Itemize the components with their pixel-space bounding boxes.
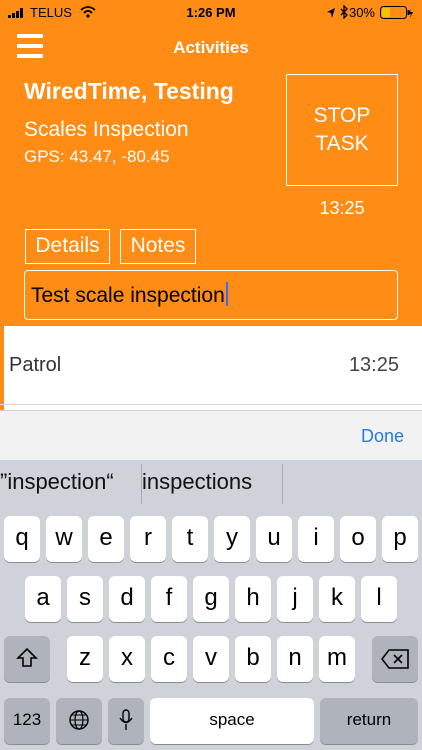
location-arrow-icon (327, 8, 335, 18)
key-g[interactable]: g (193, 576, 229, 622)
stop-task-label-line1: STOP (313, 104, 371, 127)
key-x[interactable]: x (109, 636, 145, 682)
keyboard: “inspection” inspections q w e r t y u i… (0, 460, 422, 750)
key-p[interactable]: p (382, 516, 418, 562)
suggestion-2[interactable]: inspections (142, 469, 282, 495)
suggestion-bar: “inspection” inspections (0, 460, 422, 506)
key-s[interactable]: s (67, 576, 103, 622)
note-input[interactable]: Test scale inspection (24, 270, 398, 320)
gps-coordinates: GPS: 43.47, -80.45 (24, 147, 170, 166)
text-caret (225, 282, 228, 306)
key-c[interactable]: c (151, 636, 187, 682)
return-key[interactable]: return (320, 698, 418, 744)
key-r[interactable]: r (130, 516, 166, 562)
microphone-icon (119, 709, 133, 730)
space-key[interactable]: space (150, 698, 314, 744)
list-item-name: Patrol (9, 354, 62, 376)
key-m[interactable]: m (319, 636, 355, 682)
key-z[interactable]: z (67, 636, 103, 682)
status-bar: TELUS 1:26 PM 30% (0, 0, 422, 26)
key-e[interactable]: e (88, 516, 124, 562)
globe-key[interactable] (56, 698, 102, 744)
task-name: Scales Inspection (24, 118, 189, 141)
key-j[interactable]: j (277, 576, 313, 622)
suggestion-divider (282, 464, 283, 504)
list-item-time: 13:25 (348, 354, 399, 376)
key-k[interactable]: k (319, 576, 355, 622)
list-item-accent (0, 326, 4, 404)
notes-button[interactable]: Notes (120, 229, 196, 264)
shift-icon (16, 647, 38, 667)
suggestion-1[interactable]: “inspection” (0, 469, 140, 495)
key-n[interactable]: n (277, 636, 313, 682)
key-v[interactable]: v (193, 636, 229, 682)
key-l[interactable]: l (361, 576, 397, 622)
details-button[interactable]: Details (25, 229, 110, 264)
key-q[interactable]: q (4, 516, 40, 562)
globe-icon (69, 710, 89, 730)
battery-percent: 30% (348, 5, 375, 20)
numbers-key[interactable]: 123 (4, 698, 50, 744)
list-item[interactable]: Patrol 13:25 (0, 326, 422, 405)
key-o[interactable]: o (340, 516, 376, 562)
done-button[interactable]: Done (361, 426, 404, 447)
task-timer: 13:25 (319, 198, 365, 218)
key-w[interactable]: w (46, 516, 82, 562)
battery-icon (380, 6, 413, 19)
key-u[interactable]: u (256, 516, 292, 562)
organization-name: WiredTime, Testing (24, 78, 234, 104)
stop-task-button[interactable]: STOP TASK (286, 74, 398, 186)
shift-key[interactable] (4, 636, 50, 682)
keyboard-accessory-bar: Done (0, 410, 422, 461)
key-b[interactable]: b (235, 636, 271, 682)
backspace-icon (381, 649, 409, 669)
page-title: Activities (173, 38, 249, 57)
key-a[interactable]: a (25, 576, 61, 622)
key-h[interactable]: h (235, 576, 271, 622)
key-t[interactable]: t (172, 516, 208, 562)
key-d[interactable]: d (109, 576, 145, 622)
note-input-value: Test scale inspection (31, 284, 225, 307)
dictation-key[interactable] (108, 698, 144, 744)
key-f[interactable]: f (151, 576, 187, 622)
stop-task-label-line2: TASK (315, 132, 369, 155)
key-i[interactable]: i (298, 516, 334, 562)
delete-key[interactable] (372, 636, 418, 682)
key-y[interactable]: y (214, 516, 250, 562)
